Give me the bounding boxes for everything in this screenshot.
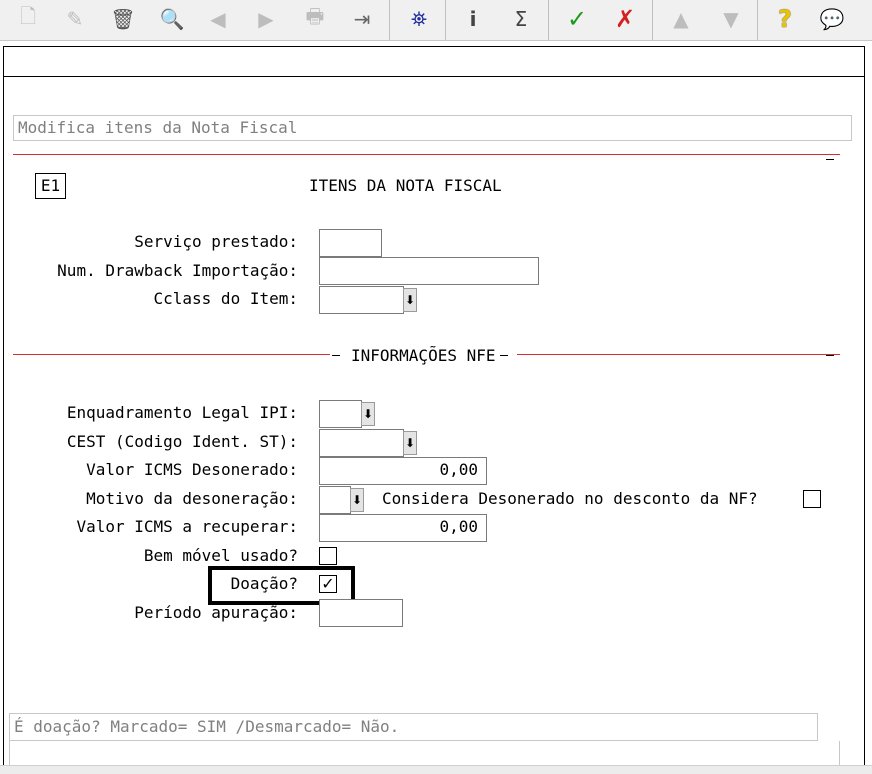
screen-code: E1 [35,173,66,199]
next-icon[interactable]: ▶ [251,4,281,34]
bem-movel-label: Bem móvel usado? [143,546,298,565]
cancel-icon[interactable]: ✗ [610,4,640,34]
nfe-section-title: INFORMAÇÕES NFE [351,346,496,365]
cclass-input[interactable] [319,286,404,314]
section-title: ITENS DA NOTA FISCAL [309,176,502,195]
divider [517,354,840,355]
frame-border [864,46,865,773]
divider-dash [826,355,834,356]
help-icon[interactable]: ? [770,4,800,34]
chat-icon[interactable]: 💬 [817,4,847,34]
enquadramento-dropdown-icon[interactable]: ⬇ [361,402,375,426]
down-icon[interactable]: ▼ [716,4,746,34]
divider [13,354,330,355]
cest-label: CEST (Codigo Ident. ST): [66,432,298,451]
delete-icon[interactable]: 🗑 [108,4,138,34]
motivo-label: Motivo da desoneração: [86,489,298,508]
valor-icms-deson-label: Valor ICMS Desonerado: [86,460,298,479]
bem-movel-checkbox[interactable] [319,547,337,565]
drawback-input[interactable] [319,257,539,285]
screen-title: Modifica itens da Nota Fiscal [13,115,852,141]
considera-label: Considera Desonerado no desconto da NF? [382,489,758,508]
up-icon[interactable]: ▲ [666,4,696,34]
frame-border [3,76,865,77]
periodo-label: Período apuração: [134,603,298,622]
binoculars-icon[interactable]: ⛯ [404,4,434,34]
previous-icon[interactable]: ◀ [203,4,233,34]
doacao-checkbox[interactable]: ✓ [319,575,337,593]
valor-icms-recup-label: Valor ICMS a recuperar: [76,517,298,536]
valor-icms-recup-input[interactable]: 0,00 [319,514,487,542]
info-icon[interactable]: i [458,4,488,34]
frame-border [3,46,4,773]
confirm-icon[interactable]: ✓ [562,4,592,34]
servico-input[interactable] [319,229,382,257]
toolbar-separator [548,0,549,40]
motivo-input[interactable] [319,486,351,514]
toolbar-separator [445,0,446,40]
toolbar-separator [757,0,758,40]
toolbar-separator [389,0,390,40]
divider [13,154,840,155]
cclass-label: Cclass do Item: [153,289,299,308]
divider-dash [500,355,508,356]
considera-checkbox[interactable] [803,490,821,508]
toolbar-separator [652,0,653,40]
cclass-dropdown-icon[interactable]: ⬇ [403,288,417,312]
enquadramento-input[interactable] [319,400,362,428]
periodo-input[interactable] [319,599,403,627]
print-icon[interactable]: 🖶 [300,4,330,34]
valor-icms-deson-input[interactable]: 0,00 [319,457,487,485]
servico-label: Serviço prestado: [134,232,298,251]
cest-input[interactable] [319,429,404,457]
help-text: É doação? Marcado= SIM /Desmarcado= Não. [9,713,818,741]
exit-icon[interactable]: ⇥ [347,4,377,34]
frame-border [3,46,865,47]
divider-dash [332,355,340,356]
edit-icon[interactable]: ✎ [60,4,90,34]
sum-icon[interactable]: Σ [506,4,536,34]
cest-dropdown-icon[interactable]: ⬇ [403,431,417,455]
drawback-label: Num. Drawback Importação: [57,261,298,280]
doacao-label: Doação? [230,574,298,593]
new-icon[interactable]: 🗋 [13,4,43,34]
toolbar: 🗋 ✎ 🗑 🔍 ◀ ▶ 🖶 ⇥ ⛯ i Σ ✓ ✗ ▲ ▼ ? 💬 [0,0,872,41]
divider-dash [826,159,834,160]
enquadramento-label: Enquadramento Legal IPI: [66,403,298,422]
motivo-dropdown-icon[interactable]: ⬇ [350,488,364,512]
search-icon[interactable]: 🔍 [157,4,187,34]
